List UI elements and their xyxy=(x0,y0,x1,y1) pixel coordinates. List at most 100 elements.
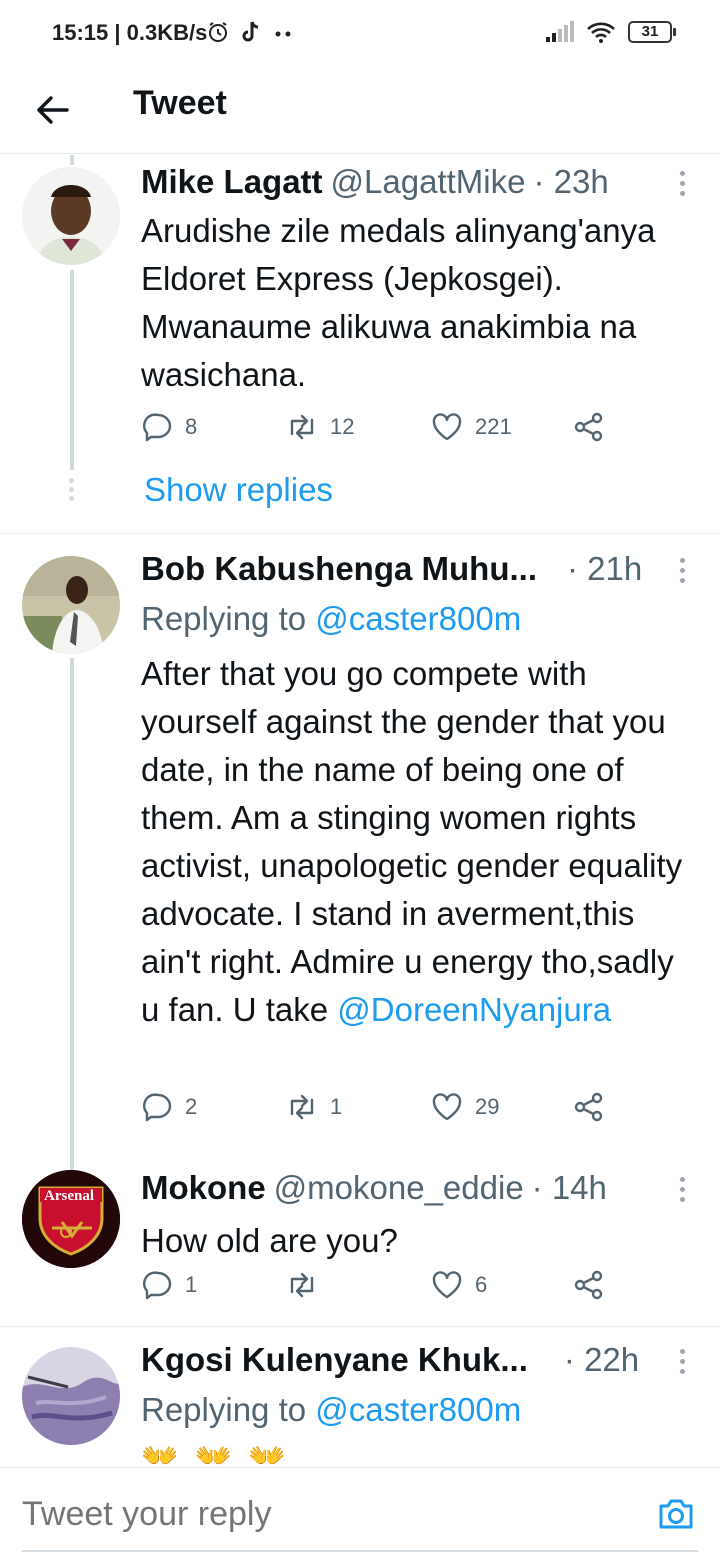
wifi-icon xyxy=(587,22,615,43)
retweet-count: 12 xyxy=(330,414,355,439)
status-bar: 15:15 | 0.3KB/s 31 xyxy=(0,0,720,66)
thread-line xyxy=(70,658,74,1183)
heart-icon xyxy=(432,413,462,441)
like-count: 29 xyxy=(475,1094,500,1119)
author-name[interactable]: Bob Kabushenga Muhu... xyxy=(141,550,537,588)
thread-line xyxy=(70,270,74,470)
avatar[interactable]: Arsenal xyxy=(22,1170,120,1268)
reply-count: 8 xyxy=(185,414,198,439)
reply-icon xyxy=(143,1093,172,1122)
tweet-time: · 21h xyxy=(566,550,643,587)
tweet-item[interactable]: Arsenal Mokone @mokone_eddie · 14h How o… xyxy=(0,1165,720,1325)
replying-prefix: Replying to xyxy=(141,600,316,637)
reply-feed[interactable]: Mike Lagatt @LagattMike · 23h Arudishe z… xyxy=(0,155,720,1467)
retweet-button[interactable]: 12 xyxy=(286,412,354,442)
share-icon xyxy=(574,1092,603,1122)
replying-prefix: Replying to xyxy=(141,1391,316,1428)
more-options-button[interactable] xyxy=(672,1169,692,1209)
share-icon xyxy=(574,412,603,442)
signal-icon xyxy=(546,21,574,42)
clock: 15:15 xyxy=(52,20,109,45)
like-button[interactable]: 29 xyxy=(431,1092,499,1122)
tiktok-icon xyxy=(242,21,259,42)
heart-icon xyxy=(432,1093,462,1121)
like-count: 6 xyxy=(475,1272,488,1297)
tweet-header: Mike Lagatt @LagattMike · 23h xyxy=(141,163,662,203)
tweet-time: · 22h xyxy=(563,1341,640,1378)
like-button[interactable]: 221 xyxy=(431,412,512,442)
avatar-label: Arsenal xyxy=(44,1188,94,1204)
app-header: Tweet xyxy=(0,66,720,154)
back-button[interactable] xyxy=(30,88,74,132)
retweet-button[interactable] xyxy=(286,1270,330,1300)
reply-underline xyxy=(22,1550,698,1552)
tweet-time: · 14h xyxy=(531,1169,607,1206)
tweet-emoji: 👐 👐 👐 xyxy=(141,1440,290,1467)
battery-level: 31 xyxy=(641,23,659,40)
thread-gap-dots xyxy=(69,478,74,501)
tweet-text: After that you go compete with yourself … xyxy=(141,650,700,1034)
reply-button[interactable]: 8 xyxy=(143,412,197,442)
camera-icon xyxy=(659,1499,693,1529)
author-name[interactable]: Mike Lagatt xyxy=(141,163,323,201)
reply-button[interactable]: 1 xyxy=(143,1270,197,1300)
avatar[interactable] xyxy=(22,167,120,265)
avatar[interactable] xyxy=(22,1347,120,1445)
share-button[interactable] xyxy=(573,1092,605,1122)
reply-button[interactable]: 2 xyxy=(143,1092,197,1122)
arrow-left-icon xyxy=(37,96,69,124)
tweet-text: How old are you? xyxy=(141,1222,398,1259)
author-name[interactable]: Mokone xyxy=(141,1169,266,1207)
tweet-actions: 2 1 29 xyxy=(141,1092,621,1132)
tweet-header: Mokone @mokone_eddie · 14h xyxy=(141,1169,662,1209)
replying-to: Replying to @caster800m xyxy=(141,600,521,638)
tweet-body: After that you go compete with yourself … xyxy=(141,655,683,1028)
page-title: Tweet xyxy=(133,84,227,122)
share-icon xyxy=(574,1270,603,1300)
heart-icon xyxy=(432,1271,462,1299)
thread-line xyxy=(70,155,74,165)
like-button[interactable]: 6 xyxy=(431,1270,487,1300)
author-handle[interactable]: @mokone_eddie xyxy=(274,1169,524,1207)
retweet-count: 1 xyxy=(330,1094,343,1119)
reply-icon xyxy=(143,1271,172,1300)
battery-icon: 31 xyxy=(628,21,676,43)
retweet-icon xyxy=(290,1272,314,1298)
tweet-actions: 8 12 221 xyxy=(141,412,621,452)
tweet-actions: 1 6 xyxy=(141,1270,621,1310)
tweet-item[interactable]: Kgosi Kulenyane Khuk... · 22h Replying t… xyxy=(0,1327,720,1467)
replying-mention[interactable]: @caster800m xyxy=(315,1391,521,1428)
network-speed: | 0.3KB/s xyxy=(114,20,208,45)
tweet-text: Arudishe zile medals alinyang'anya Eldor… xyxy=(141,212,656,393)
tweet-time: · 23h xyxy=(533,163,609,200)
like-count: 221 xyxy=(475,414,512,439)
reply-count: 1 xyxy=(185,1272,198,1297)
share-button[interactable] xyxy=(573,1270,605,1300)
camera-button[interactable] xyxy=(656,1494,696,1534)
dots-icon xyxy=(275,31,291,37)
tweet-header: Bob Kabushenga Muhu... · 21h xyxy=(141,550,662,590)
tweet-header: Kgosi Kulenyane Khuk... · 22h xyxy=(141,1341,662,1381)
tweet-item[interactable]: Mike Lagatt @LagattMike · 23h Arudishe z… xyxy=(0,155,720,535)
author-name[interactable]: Kgosi Kulenyane Khuk... xyxy=(141,1341,528,1379)
status-time: 15:15 | 0.3KB/s xyxy=(52,20,207,46)
mention-link[interactable]: @DoreenNyanjura xyxy=(337,991,611,1028)
tweet-item[interactable]: Bob Kabushenga Muhu... · 21h Replying to… xyxy=(0,534,720,1183)
retweet-icon xyxy=(290,1094,314,1120)
replying-to: Replying to @caster800m xyxy=(141,1391,521,1429)
replying-mention[interactable]: @caster800m xyxy=(315,600,521,637)
reply-icon xyxy=(143,413,172,442)
share-button[interactable] xyxy=(573,412,605,442)
retweet-button[interactable]: 1 xyxy=(286,1092,342,1122)
more-options-button[interactable] xyxy=(672,550,692,590)
alarm-icon xyxy=(209,22,227,42)
reply-input[interactable] xyxy=(22,1495,622,1534)
reply-bar xyxy=(0,1467,720,1560)
show-replies-link[interactable]: Show replies xyxy=(144,471,333,509)
more-options-button[interactable] xyxy=(672,1341,692,1381)
avatar[interactable] xyxy=(22,556,120,654)
author-handle[interactable]: @LagattMike xyxy=(331,163,526,201)
retweet-icon xyxy=(290,414,314,440)
reply-count: 2 xyxy=(185,1094,198,1119)
more-options-button[interactable] xyxy=(672,163,692,203)
